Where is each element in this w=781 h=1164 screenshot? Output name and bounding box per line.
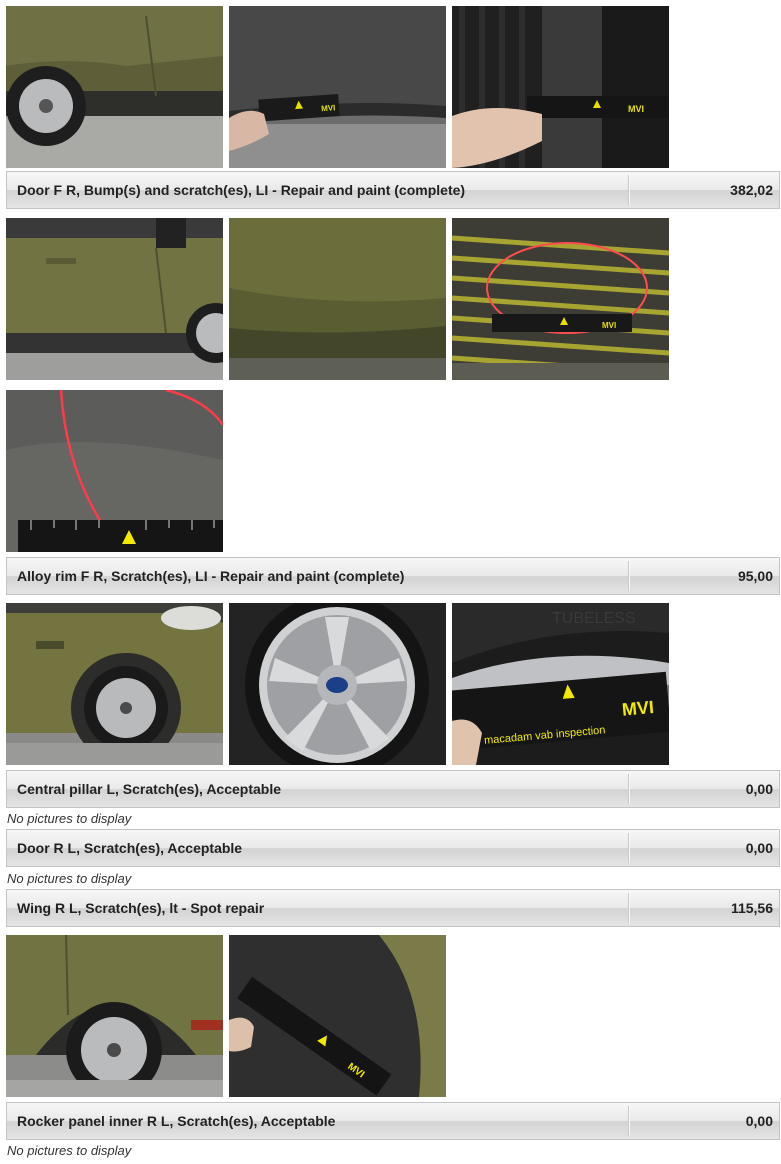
damage-row-4[interactable]: Door R L, Scratch(es), Acceptable 0,00 <box>6 829 780 867</box>
damage-amount: 382,02 <box>730 182 773 198</box>
column-divider <box>628 175 630 205</box>
no-pictures-note: No pictures to display <box>7 871 132 886</box>
damage-photo-rocker-panel-ruler[interactable]: MVI <box>229 935 446 1097</box>
damage-photo-rim-marked[interactable]: MVI <box>452 218 669 380</box>
damage-amount: 0,00 <box>745 840 773 856</box>
damage-description: Central pillar L, Scratch(es), Acceptabl… <box>17 781 282 797</box>
column-divider <box>628 1106 630 1136</box>
damage-description: Alloy rim F R, Scratch(es), LI - Repair … <box>17 568 405 584</box>
damage-photo-tire-ruler-closeup[interactable]: TUBELESS MVI macadam vab inspection <box>452 603 669 765</box>
damage-photo-rim-scratch-closeup[interactable] <box>6 390 223 552</box>
column-divider <box>628 893 630 923</box>
damage-amount: 95,00 <box>737 568 773 584</box>
damage-photo-tire-ruler[interactable]: MVI <box>452 6 669 168</box>
damage-row-3[interactable]: Central pillar L, Scratch(es), Acceptabl… <box>6 770 780 808</box>
ruler-brand-logo: MVI <box>628 104 644 114</box>
damage-photo-rim-blur[interactable] <box>229 218 446 380</box>
no-pictures-note: No pictures to display <box>7 811 132 826</box>
damage-photo-car-front-side[interactable] <box>6 218 223 380</box>
column-divider <box>628 774 630 804</box>
damage-amount: 0,00 <box>745 781 773 797</box>
damage-photo-alloy-wheel[interactable] <box>229 603 446 765</box>
damage-amount: 115,56 <box>730 900 773 916</box>
damage-description: Wing R L, Scratch(es), lt - Spot repair <box>17 900 265 916</box>
damage-row-1[interactable]: Door F R, Bump(s) and scratch(es), LI - … <box>6 171 780 209</box>
ruler-brand-logo: MVI <box>321 103 336 113</box>
ruler-brand-logo: MVI <box>621 697 655 720</box>
damage-description: Door R L, Scratch(es), Acceptable <box>17 840 243 856</box>
no-pictures-note: No pictures to display <box>7 1143 132 1158</box>
damage-amount: 0,00 <box>745 1113 773 1129</box>
damage-row-5[interactable]: Wing R L, Scratch(es), lt - Spot repair … <box>6 889 780 927</box>
column-divider <box>628 561 630 591</box>
damage-row-2[interactable]: Alloy rim F R, Scratch(es), LI - Repair … <box>6 557 780 595</box>
damage-description: Door F R, Bump(s) and scratch(es), LI - … <box>17 182 466 198</box>
tire-sidewall-text: TUBELESS <box>552 610 636 627</box>
column-divider <box>628 833 630 863</box>
damage-photo-rear-wheel-arch[interactable] <box>6 935 223 1097</box>
damage-row-6[interactable]: Rocker panel inner R L, Scratch(es), Acc… <box>6 1102 780 1140</box>
damage-photo-door-closeup-ruler[interactable]: MVI <box>229 6 446 168</box>
damage-description: Rocker panel inner R L, Scratch(es), Acc… <box>17 1113 336 1129</box>
damage-photo-car-rear-side[interactable] <box>6 6 223 168</box>
ruler-brand-logo: MVI <box>602 321 616 330</box>
damage-photo-front-wheel-arch[interactable] <box>6 603 223 765</box>
